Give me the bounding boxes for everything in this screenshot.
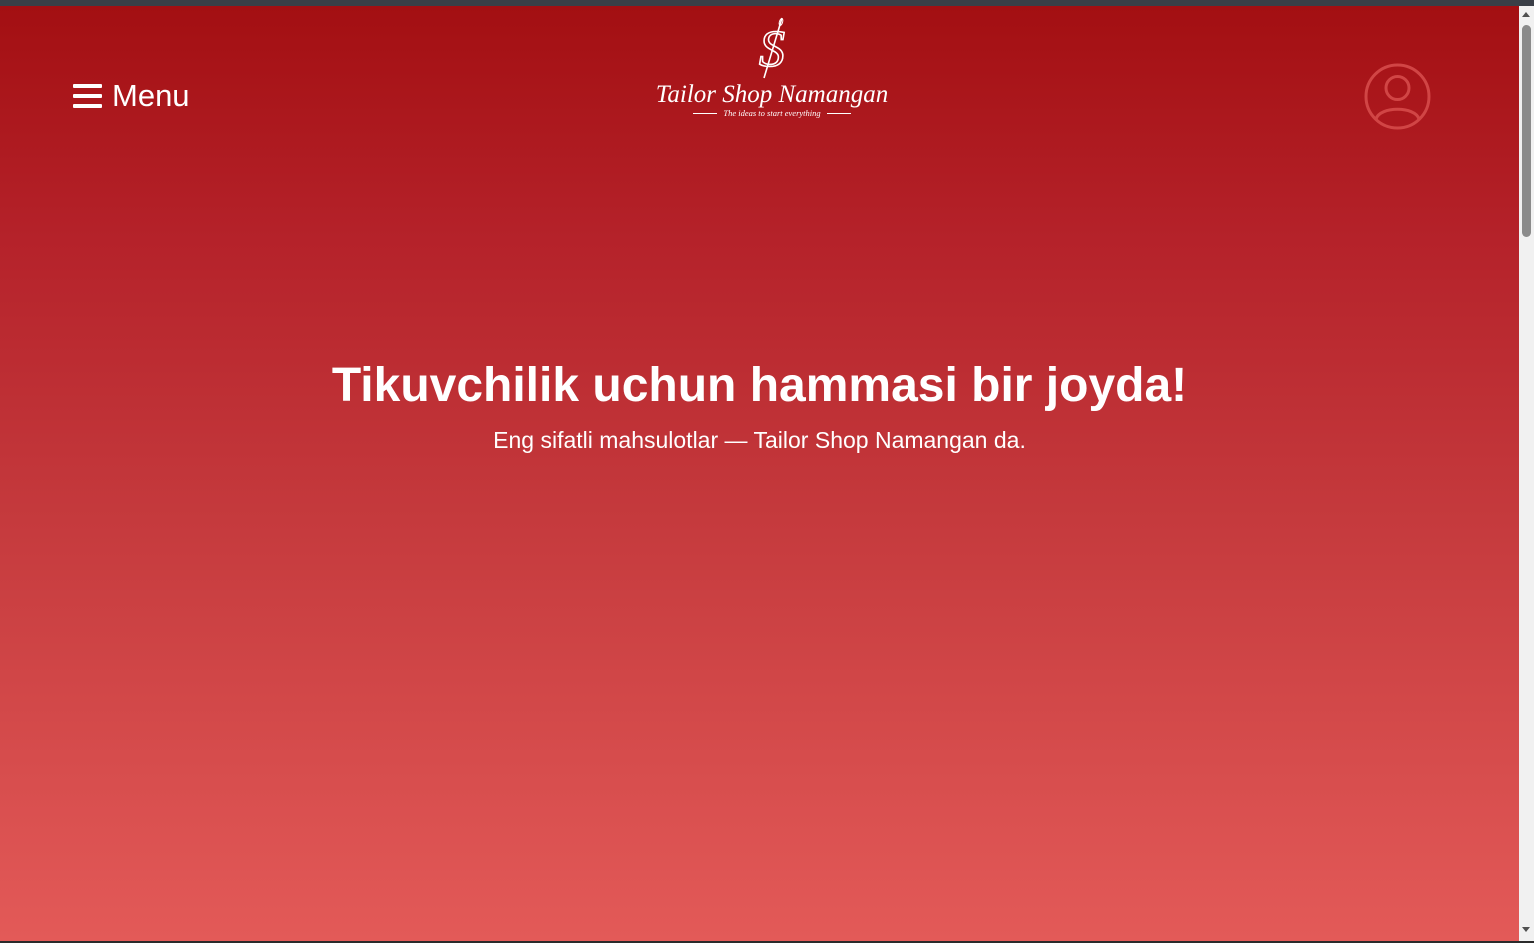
hero-title: Tikuvchilik uchun hammasi bir joyda! [331,359,1188,412]
site-logo[interactable]: S Tailor Shop Namangan The ideas to star… [640,16,904,136]
scroll-up-icon[interactable] [1522,12,1530,17]
needle-monogram-icon: S [758,17,786,79]
tagline-rule-left [693,112,718,114]
menu-button[interactable]: Menu [73,78,190,114]
hero-page: Menu S Tailor Shop Namangan The ideas to… [0,6,1519,941]
hero-subtitle: Eng sifatli mahsulotlar — Tailor Shop Na… [493,427,1026,453]
scroll-down-icon[interactable] [1522,927,1530,932]
user-circle-icon [1364,63,1431,130]
vertical-scrollbar[interactable] [1519,6,1534,941]
menu-label: Menu [112,78,190,113]
logo-tagline-text: The ideas to start everything [723,108,821,118]
logo-name: Tailor Shop Namangan [655,81,889,108]
tagline-rule-right [826,112,851,114]
hamburger-icon [73,84,102,108]
logo-tagline: The ideas to start everything [640,108,904,118]
profile-button[interactable] [1364,63,1431,130]
scrollbar-thumb[interactable] [1522,25,1531,237]
hero-section: Tikuvchilik uchun hammasi bir joyda! Eng… [0,358,1519,454]
